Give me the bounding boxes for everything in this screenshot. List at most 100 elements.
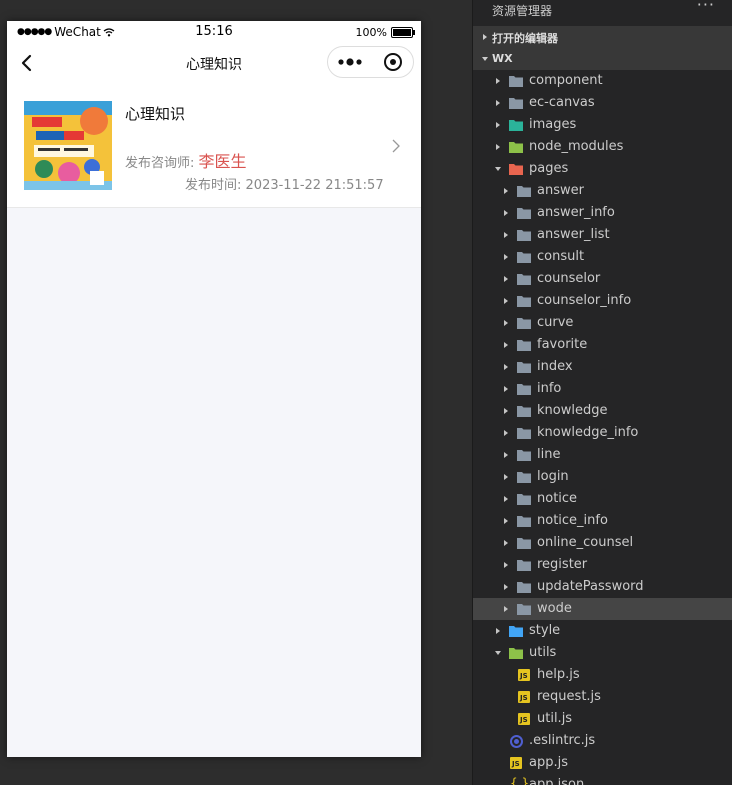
chevron-right-icon[interactable] [502, 275, 510, 283]
more-dots-icon[interactable] [338, 54, 362, 70]
tree-item[interactable]: notice [473, 488, 732, 510]
chevron-down-icon[interactable] [494, 649, 502, 657]
tree-item[interactable]: .eslintrc.js [473, 730, 732, 752]
open-editors-section[interactable]: 打开的编辑器 [473, 26, 732, 48]
chevron-right-icon[interactable] [502, 319, 510, 327]
tree-item-label: node_modules [529, 139, 624, 154]
tree-item[interactable]: counselor [473, 268, 732, 290]
chevron-right-icon[interactable] [502, 561, 510, 569]
tree-item[interactable]: app.js [473, 752, 732, 774]
tree-item[interactable]: help.js [473, 664, 732, 686]
tree-item[interactable]: favorite [473, 334, 732, 356]
chevron-right-icon[interactable] [502, 231, 510, 239]
tree-item[interactable]: request.js [473, 686, 732, 708]
chevron-right-icon[interactable] [502, 451, 510, 459]
tree-item[interactable]: line [473, 444, 732, 466]
tree-item-label: answer_info [537, 205, 615, 220]
tree-item[interactable]: utils [473, 642, 732, 664]
tree-item[interactable]: style [473, 620, 732, 642]
tree-item[interactable]: notice_info [473, 510, 732, 532]
chevron-right-icon[interactable] [502, 297, 510, 305]
tree-item[interactable]: node_modules [473, 136, 732, 158]
tree-item-label: index [537, 359, 573, 374]
tree-item-label: ec-canvas [529, 95, 595, 110]
tree-item[interactable]: index [473, 356, 732, 378]
tree-item-label: answer [537, 183, 584, 198]
tree-item[interactable]: updatePassword [473, 576, 732, 598]
chevron-down-icon[interactable] [494, 165, 502, 173]
folder-icon [509, 120, 523, 131]
tree-item[interactable]: counselor_info [473, 290, 732, 312]
folder-icon [517, 252, 531, 263]
tree-item-label: consult [537, 249, 585, 264]
chevron-right-icon[interactable] [494, 627, 502, 635]
folder-icon [517, 208, 531, 219]
tree-item[interactable]: { } app.json [473, 774, 732, 785]
chevron-right-icon[interactable] [502, 517, 510, 525]
chevron-right-icon[interactable] [502, 583, 510, 591]
js-file-icon [510, 757, 522, 769]
folder-icon [517, 186, 531, 197]
tree-item[interactable]: images [473, 114, 732, 136]
chevron-right-icon[interactable] [494, 143, 502, 151]
chevron-right-icon[interactable] [502, 187, 510, 195]
tree-item-label: images [529, 117, 577, 132]
chevron-right-icon[interactable] [502, 363, 510, 371]
chevron-right-icon[interactable] [494, 77, 502, 85]
tree-item[interactable]: wode [473, 598, 732, 620]
tree-item-label: app.js [529, 755, 568, 770]
capsule-menu [327, 46, 414, 78]
more-actions-icon[interactable]: ··· [697, 0, 715, 14]
chevron-right-icon[interactable] [502, 407, 510, 415]
tree-item[interactable]: component [473, 70, 732, 92]
chevron-right-icon[interactable] [502, 495, 510, 503]
chevron-right-icon[interactable] [502, 341, 510, 349]
tree-item[interactable]: util.js [473, 708, 732, 730]
chevron-right-icon[interactable] [502, 253, 510, 261]
tree-item[interactable]: curve [473, 312, 732, 334]
tree-item[interactable]: pages [473, 158, 732, 180]
tree-item-label: notice [537, 491, 578, 506]
chevron-right-icon[interactable] [502, 429, 510, 437]
folder-open-icon [509, 648, 523, 659]
eslint-config-icon [510, 735, 523, 748]
chevron-right-icon[interactable] [502, 209, 510, 217]
tree-item[interactable]: ec-canvas [473, 92, 732, 114]
tree-item[interactable]: info [473, 378, 732, 400]
tree-item[interactable]: answer [473, 180, 732, 202]
tree-item-label: register [537, 557, 588, 572]
tree-item-label: knowledge_info [537, 425, 639, 440]
tree-item[interactable]: knowledge_info [473, 422, 732, 444]
tree-item[interactable]: knowledge [473, 400, 732, 422]
js-file-icon [518, 691, 530, 703]
tree-item[interactable]: online_counsel [473, 532, 732, 554]
folder-icon [517, 604, 531, 615]
tree-item-label: answer_list [537, 227, 610, 242]
chevron-right-icon[interactable] [502, 605, 510, 613]
chevron-right-icon [483, 34, 487, 40]
tree-item-label: component [529, 73, 603, 88]
chevron-right-icon[interactable] [494, 99, 502, 107]
tree-item[interactable]: login [473, 466, 732, 488]
chevron-right-icon[interactable] [502, 385, 510, 393]
tree-item-label: favorite [537, 337, 588, 352]
chevron-right-icon[interactable] [502, 473, 510, 481]
folder-icon [517, 230, 531, 241]
folder-open-icon [509, 164, 523, 175]
close-miniprogram-icon[interactable] [384, 53, 402, 71]
tree-item[interactable]: consult [473, 246, 732, 268]
tree-item[interactable]: answer_info [473, 202, 732, 224]
folder-icon [517, 340, 531, 351]
tree-item[interactable]: answer_list [473, 224, 732, 246]
publish-time-label: 发布时间: [185, 178, 242, 193]
chevron-right-icon[interactable] [502, 539, 510, 547]
tree-item[interactable]: register [473, 554, 732, 576]
tree-item-label: util.js [537, 711, 573, 726]
chevron-right-icon[interactable] [494, 121, 502, 129]
project-section[interactable]: WX [473, 48, 732, 70]
nav-bar: 心理知识 [7, 43, 421, 83]
folder-icon [509, 626, 523, 637]
folder-icon [517, 450, 531, 461]
knowledge-list-item[interactable]: 心理知识 发布咨询师: 李医生 发布时间: 2023-11-22 21:51:5… [7, 83, 421, 208]
battery-percent: 100% [355, 26, 387, 39]
